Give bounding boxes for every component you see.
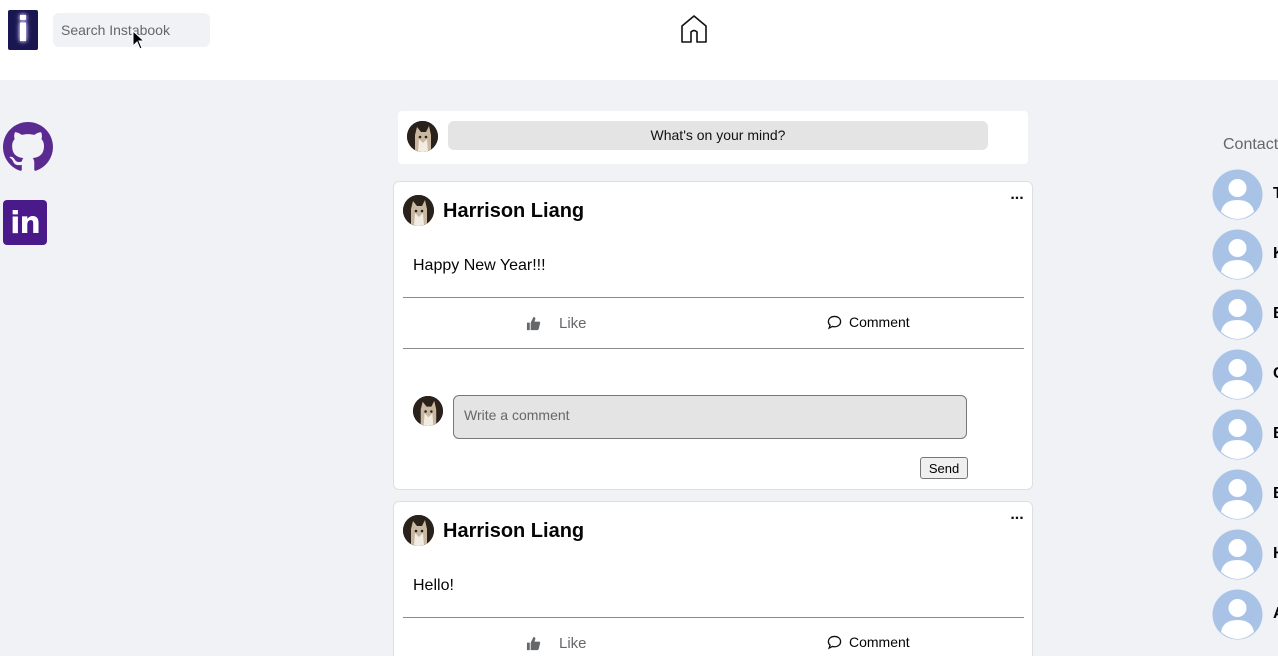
contact-name: B: [1273, 485, 1278, 503]
cat-avatar-icon: [413, 396, 443, 426]
github-icon[interactable]: [3, 122, 53, 172]
contact-item[interactable]: B: [1212, 289, 1278, 341]
contact-item[interactable]: T: [1212, 169, 1278, 221]
contact-name: K: [1273, 245, 1278, 263]
avatar[interactable]: [403, 195, 434, 226]
comment-label: Comment: [849, 314, 910, 330]
default-avatar-icon: [1212, 289, 1263, 340]
cat-avatar-icon: [403, 515, 434, 546]
post-menu-button[interactable]: ...: [1006, 507, 1028, 528]
contact-name: A: [1273, 605, 1278, 623]
like-label: Like: [559, 315, 587, 332]
contacts-title: Contacts: [1223, 136, 1278, 153]
like-label: Like: [559, 635, 587, 652]
post-text: Happy New Year!!!: [413, 257, 546, 274]
post-card: Harrison Liang ... Hello! Like Comment: [393, 501, 1033, 656]
default-avatar-icon: [1212, 349, 1263, 400]
top-bar: i: [0, 0, 1278, 80]
default-avatar-icon: [1212, 529, 1263, 580]
post-card: Harrison Liang ... Happy New Year!!! Lik…: [393, 181, 1033, 490]
contact-name: C: [1273, 365, 1278, 383]
default-avatar-icon: [1212, 229, 1263, 280]
logo-letter: i: [17, 10, 29, 50]
default-avatar-icon: [1212, 589, 1263, 640]
post-author[interactable]: Harrison Liang: [443, 200, 584, 223]
divider: [403, 297, 1024, 298]
contact-name: T: [1273, 185, 1278, 202]
post-text: Hello!: [413, 577, 454, 594]
avatar[interactable]: [403, 515, 434, 546]
contact-item[interactable]: B: [1212, 409, 1278, 461]
send-button[interactable]: Send: [920, 457, 968, 479]
comment-input[interactable]: [453, 395, 967, 439]
post-author[interactable]: Harrison Liang: [443, 520, 584, 543]
cat-avatar-icon: [403, 195, 434, 226]
divider: [403, 348, 1024, 349]
mouse-cursor-icon: [132, 30, 146, 50]
avatar[interactable]: [407, 121, 438, 152]
comment-label: Comment: [849, 634, 910, 650]
contact-name: H: [1273, 545, 1278, 563]
whats-on-your-mind-button[interactable]: What's on your mind?: [448, 121, 988, 150]
speech-bubble-icon: [827, 315, 842, 330]
default-avatar-icon: [1212, 409, 1263, 460]
contact-item[interactable]: B: [1212, 469, 1278, 521]
post-menu-button[interactable]: ...: [1006, 187, 1028, 208]
default-avatar-icon: [1212, 169, 1263, 220]
contact-item[interactable]: C: [1212, 349, 1278, 401]
linkedin-icon[interactable]: in: [3, 200, 47, 245]
contact-name: B: [1273, 425, 1278, 443]
cat-avatar-icon: [407, 121, 438, 152]
home-icon[interactable]: [680, 14, 708, 44]
avatar[interactable]: [413, 396, 443, 426]
contact-name: B: [1273, 305, 1278, 323]
thumbs-up-icon: [526, 636, 541, 651]
post-composer: What's on your mind?: [398, 111, 1028, 164]
default-avatar-icon: [1212, 469, 1263, 520]
thumbs-up-icon: [526, 316, 541, 331]
divider: [403, 617, 1024, 618]
linkedin-icon-text: in: [10, 206, 41, 241]
contact-item[interactable]: A: [1212, 589, 1278, 641]
contact-item[interactable]: H: [1212, 529, 1278, 581]
instabook-logo[interactable]: i: [8, 10, 38, 50]
speech-bubble-icon: [827, 635, 842, 650]
contact-item[interactable]: K: [1212, 229, 1278, 281]
